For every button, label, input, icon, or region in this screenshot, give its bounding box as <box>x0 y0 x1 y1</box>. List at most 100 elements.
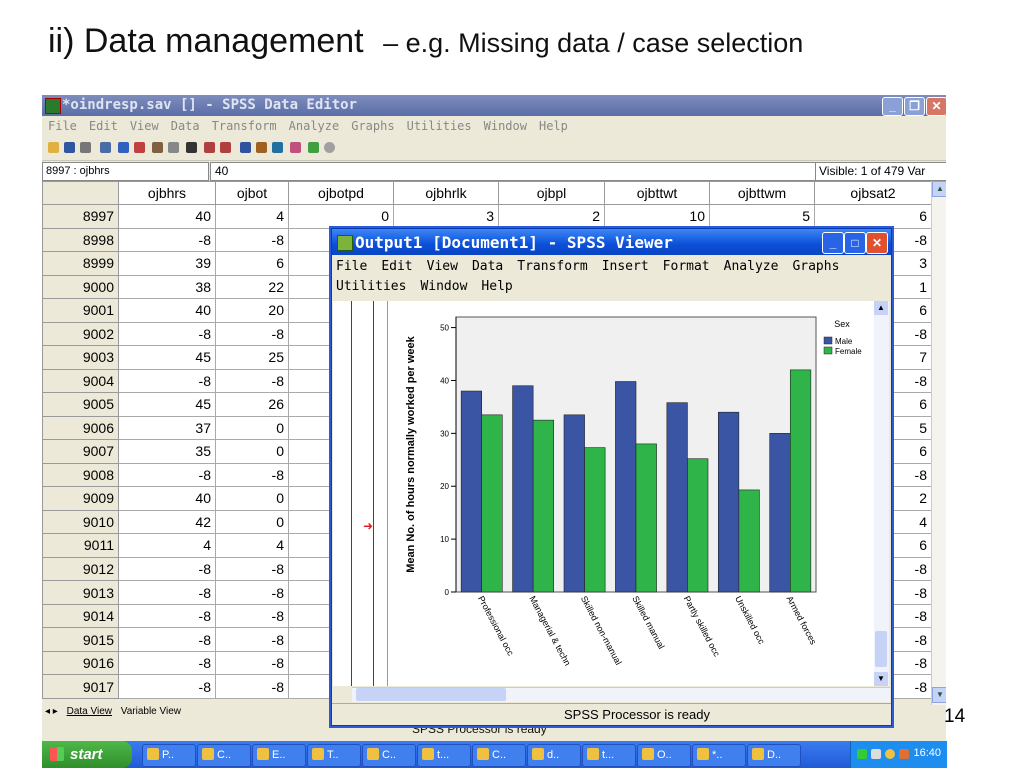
viewer-menu-insert[interactable]: Insert <box>602 257 649 277</box>
viewer-scroll-thumb[interactable] <box>875 631 887 667</box>
viewer-menu-edit[interactable]: Edit <box>381 257 412 277</box>
column-header-ojbttwt[interactable]: ojbttwt <box>604 181 710 205</box>
insert-cases-icon[interactable] <box>204 142 215 153</box>
row-header[interactable]: 8997 <box>42 204 119 229</box>
tray-icon-update[interactable] <box>885 749 895 759</box>
viewer-vertical-scrollbar[interactable]: ▲ ▼ <box>874 301 889 686</box>
minimize-icon[interactable]: _ <box>882 97 903 116</box>
grid-corner[interactable] <box>42 181 119 205</box>
taskbar-item[interactable]: P.. <box>142 744 196 767</box>
taskbar-item[interactable]: t... <box>417 744 471 767</box>
tab-variable-view[interactable]: Variable View <box>118 705 184 719</box>
dialog-recall-icon[interactable] <box>100 142 111 153</box>
column-header-ojbsat2[interactable]: ojbsat2 <box>814 181 932 205</box>
viewer-menu-graphs[interactable]: Graphs <box>792 257 839 277</box>
row-header[interactable]: 9001 <box>42 298 119 323</box>
menu-data[interactable]: Data <box>165 116 206 136</box>
row-header[interactable]: 9003 <box>42 345 119 370</box>
variables-icon[interactable] <box>168 142 179 153</box>
close-icon[interactable]: ✕ <box>926 97 946 116</box>
cell-ojbot[interactable]: -8 <box>215 321 289 347</box>
cell-ojbot[interactable]: -8 <box>215 650 289 676</box>
viewer-menu-analyze[interactable]: Analyze <box>724 257 779 277</box>
viewer-hscroll-thumb[interactable] <box>356 688 506 701</box>
select-cases-icon[interactable] <box>272 142 283 153</box>
cell-ojbhrs[interactable]: 45 <box>118 392 216 417</box>
find-icon[interactable] <box>186 142 197 153</box>
viewer-title-bar[interactable]: Output1 [Document1] - SPSS Viewer _ □ ✕ <box>332 229 891 255</box>
viewer-scroll-down-icon[interactable]: ▼ <box>874 672 888 686</box>
cell-ojbhrs[interactable]: -8 <box>118 674 216 699</box>
row-header[interactable]: 8999 <box>42 251 119 276</box>
taskbar-item[interactable]: O.. <box>637 744 691 767</box>
output-viewer-window[interactable]: Output1 [Document1] - SPSS Viewer _ □ ✕ … <box>331 228 892 726</box>
cell-ojbhrs[interactable]: 40 <box>118 204 216 229</box>
cell-ojbhrs[interactable]: -8 <box>118 650 216 676</box>
show-all-icon[interactable] <box>324 142 335 153</box>
row-header[interactable]: 9010 <box>42 509 119 535</box>
taskbar-item[interactable]: t... <box>582 744 636 767</box>
row-header[interactable]: 9009 <box>42 486 119 511</box>
cell-ojbhrs[interactable]: 37 <box>118 415 216 441</box>
row-header[interactable]: 9014 <box>42 603 119 629</box>
cell-ojbot[interactable]: -8 <box>215 368 289 394</box>
menu-view[interactable]: View <box>124 116 165 136</box>
viewer-horizontal-scrollbar[interactable] <box>352 687 890 702</box>
menu-analyze[interactable]: Analyze <box>283 116 346 136</box>
menu-graphs[interactable]: Graphs <box>345 116 400 136</box>
column-header-ojbhrs[interactable]: ojbhrs <box>118 181 216 205</box>
cell-ojbpl[interactable]: 2 <box>498 204 605 229</box>
viewer-menu-utilities[interactable]: Utilities <box>336 277 406 297</box>
row-header[interactable]: 9012 <box>42 556 119 582</box>
editor-vertical-scrollbar[interactable]: ▲ ▼ <box>931 181 946 705</box>
cell-ojbhrs[interactable]: -8 <box>118 627 216 652</box>
cell-ojbot[interactable]: -8 <box>215 462 289 488</box>
column-header-ojbhrlk[interactable]: ojbhrlk <box>393 181 499 205</box>
viewer-menu-help[interactable]: Help <box>481 277 512 297</box>
taskbar-item[interactable]: C.. <box>472 744 526 767</box>
cell-ojbhrs[interactable]: 4 <box>118 533 216 558</box>
cell-ojbhrs[interactable]: 40 <box>118 486 216 511</box>
cell-ojbot[interactable]: -8 <box>215 674 289 699</box>
row-header[interactable]: 9013 <box>42 580 119 605</box>
cell-ojbhrs[interactable]: 39 <box>118 251 216 276</box>
insert-variable-icon[interactable] <box>220 142 231 153</box>
cell-ojbhrs[interactable]: 35 <box>118 439 216 464</box>
open-icon[interactable] <box>48 142 59 153</box>
row-header[interactable]: 8998 <box>42 227 119 253</box>
viewer-maximize-icon[interactable]: □ <box>844 232 866 254</box>
cell-ojbhrs[interactable]: -8 <box>118 368 216 394</box>
cell-ojbot[interactable]: 0 <box>215 439 289 464</box>
cell-ojbhrs[interactable]: -8 <box>118 580 216 605</box>
goto-case-icon[interactable] <box>152 142 163 153</box>
row-header[interactable]: 9005 <box>42 392 119 417</box>
cell-ojbot[interactable]: 0 <box>215 486 289 511</box>
value-labels-icon[interactable] <box>290 142 301 153</box>
use-sets-icon[interactable] <box>308 142 319 153</box>
cell-ojbotpd[interactable]: 0 <box>288 204 394 229</box>
row-header[interactable]: 9016 <box>42 650 119 676</box>
taskbar-item[interactable]: C.. <box>362 744 416 767</box>
column-header-ojbttwm[interactable]: ojbttwm <box>709 181 815 205</box>
menu-utilities[interactable]: Utilities <box>401 116 478 136</box>
row-header[interactable]: 9006 <box>42 415 119 441</box>
tab-data-view[interactable]: Data View <box>64 705 115 719</box>
row-header[interactable]: 9002 <box>42 321 119 347</box>
cell-ojbot[interactable]: 0 <box>215 415 289 441</box>
cell-ojbot[interactable]: -8 <box>215 556 289 582</box>
cell-ojbot[interactable]: -8 <box>215 227 289 253</box>
editor-title-bar[interactable]: *oindresp.sav [] - SPSS Data Editor _ ❐ … <box>42 95 946 116</box>
split-file-icon[interactable] <box>240 142 251 153</box>
taskbar-item[interactable]: *.. <box>692 744 746 767</box>
cell-ojbot[interactable]: 22 <box>215 274 289 300</box>
cell-ojbot[interactable]: -8 <box>215 627 289 652</box>
taskbar-item[interactable]: D.. <box>747 744 801 767</box>
cell-ojbhrlk[interactable]: 3 <box>393 204 499 229</box>
cell-ojbot[interactable]: -8 <box>215 603 289 629</box>
cell-ojbot[interactable]: 4 <box>215 533 289 558</box>
taskbar-item[interactable]: d.. <box>527 744 581 767</box>
menu-edit[interactable]: Edit <box>83 116 124 136</box>
cell-ojbot[interactable]: 6 <box>215 251 289 276</box>
row-header[interactable]: 9008 <box>42 462 119 488</box>
row-header[interactable]: 9017 <box>42 674 119 699</box>
